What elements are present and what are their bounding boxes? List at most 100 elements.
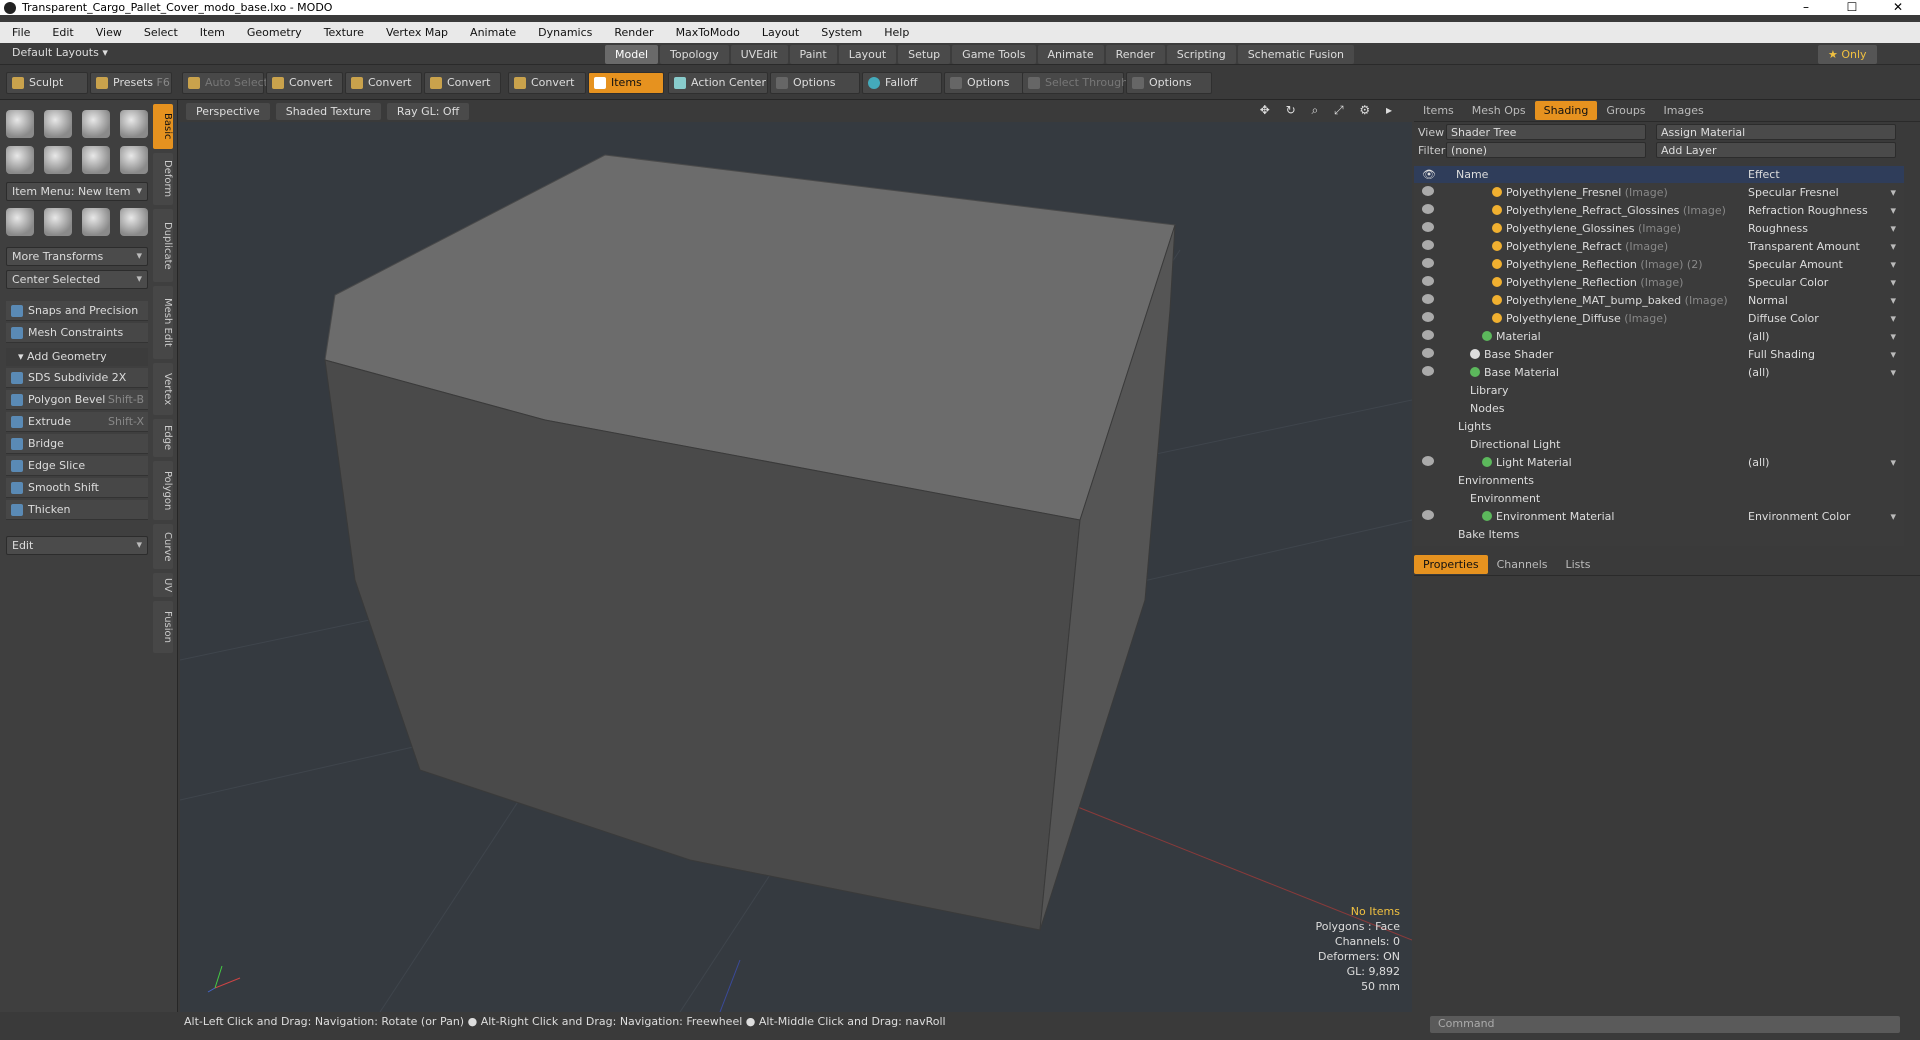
row-effect-dropdown[interactable]: (all): [1748, 366, 1898, 379]
close-icon[interactable]: ✕: [1878, 0, 1918, 15]
shader-tree-row[interactable]: Base Material (all): [1414, 364, 1904, 382]
ball-icon[interactable]: [82, 208, 110, 236]
visibility-eye-icon[interactable]: [1422, 222, 1434, 232]
ptab-channels[interactable]: Channels: [1488, 555, 1557, 574]
rtab-mesh-ops[interactable]: Mesh Ops: [1463, 101, 1535, 120]
convert-button-1[interactable]: Convert: [266, 72, 343, 94]
visibility-eye-icon[interactable]: [1422, 258, 1434, 268]
menu-render[interactable]: Render: [614, 26, 653, 39]
3d-viewport[interactable]: Perspective Shaded Texture Ray GL: Off ✥…: [180, 100, 1412, 1012]
tab-model[interactable]: Model: [605, 45, 659, 64]
sphere-icon[interactable]: [44, 110, 72, 138]
tab-paint[interactable]: Paint: [789, 45, 837, 64]
add-geometry-section[interactable]: ▾ Add Geometry: [6, 348, 148, 366]
falloff-button[interactable]: Falloff: [862, 72, 942, 94]
options-button-1[interactable]: Options: [770, 72, 860, 94]
tab-uvedit[interactable]: UVEdit: [730, 45, 788, 64]
tool-sds-subdivide-2x[interactable]: SDS Subdivide 2X: [6, 368, 148, 388]
visibility-eye-icon[interactable]: [1422, 312, 1434, 322]
tab-render[interactable]: Render: [1105, 45, 1165, 64]
shader-tree-row[interactable]: Polyethylene_Reflection (Image) Specular …: [1414, 274, 1904, 292]
menu-edit[interactable]: Edit: [52, 26, 73, 39]
visibility-eye-icon[interactable]: [1422, 186, 1434, 196]
center-selected-dropdown[interactable]: Center Selected: [6, 270, 148, 289]
menu-geometry[interactable]: Geometry: [247, 26, 302, 39]
menu-file[interactable]: File: [12, 26, 30, 39]
ptab-properties[interactable]: Properties: [1414, 555, 1488, 574]
maximize-icon[interactable]: ☐: [1832, 0, 1872, 15]
more-transforms-dropdown[interactable]: More Transforms: [6, 247, 148, 266]
rtab-items[interactable]: Items: [1414, 101, 1463, 120]
visibility-eye-icon[interactable]: [1422, 510, 1434, 520]
menu-animate[interactable]: Animate: [470, 26, 516, 39]
visibility-eye-icon[interactable]: [1422, 276, 1434, 286]
items-button[interactable]: Items: [588, 72, 664, 94]
convert-button-2[interactable]: Convert: [345, 72, 422, 94]
shader-tree-row[interactable]: Material (all): [1414, 328, 1904, 346]
add-layer-dropdown[interactable]: Add Layer: [1656, 142, 1896, 158]
tab-topology[interactable]: Topology: [660, 45, 729, 64]
visibility-eye-icon[interactable]: [1422, 348, 1434, 358]
menu-vertex-map[interactable]: Vertex Map: [386, 26, 448, 39]
visibility-eye-icon[interactable]: [1422, 456, 1434, 466]
tool-edge-slice[interactable]: Edge Slice: [6, 456, 148, 476]
shader-tree-row[interactable]: Bake Items: [1414, 526, 1904, 544]
minimize-icon[interactable]: –: [1786, 0, 1826, 15]
effect-column-header[interactable]: Effect: [1748, 168, 1780, 181]
menu-help[interactable]: Help: [884, 26, 909, 39]
row-effect-dropdown[interactable]: Specular Fresnel: [1748, 186, 1898, 199]
rtab-images[interactable]: Images: [1655, 101, 1713, 120]
item-menu-dropdown[interactable]: Item Menu: New Item: [6, 182, 148, 201]
visibility-eye-icon[interactable]: [1422, 204, 1434, 214]
cube-icon[interactable]: [6, 110, 34, 138]
row-effect-dropdown[interactable]: Normal: [1748, 294, 1898, 307]
shader-tree-row[interactable]: Library: [1414, 382, 1904, 400]
mesh-constraints-button[interactable]: Mesh Constraints: [6, 323, 148, 343]
edit-dropdown[interactable]: Edit: [6, 536, 148, 555]
rtab-groups[interactable]: Groups: [1597, 101, 1654, 120]
presets-button[interactable]: Presets F6: [90, 72, 172, 94]
sculpt-button[interactable]: Sculpt: [6, 72, 88, 94]
visibility-eye-icon[interactable]: [1422, 294, 1434, 304]
shader-tree-row[interactable]: Directional Light: [1414, 436, 1904, 454]
row-effect-dropdown[interactable]: Roughness: [1748, 222, 1898, 235]
menu-system[interactable]: System: [821, 26, 862, 39]
shader-tree-row[interactable]: Polyethylene_Refract (Image) Transparent …: [1414, 238, 1904, 256]
convert-button-4[interactable]: Convert: [508, 72, 586, 94]
only-button[interactable]: ★ Only: [1818, 45, 1877, 64]
vtab-edge[interactable]: Edge: [153, 419, 173, 457]
rtab-shading[interactable]: Shading: [1534, 101, 1598, 120]
shader-tree-row[interactable]: Environment Material Environment Color: [1414, 508, 1904, 526]
options-button-3[interactable]: Options: [1126, 72, 1212, 94]
tool-polygon-bevel[interactable]: Polygon Bevel Shift-B: [6, 390, 148, 410]
shader-tree-row[interactable]: Polyethylene_Refract_Glossines (Image) Re…: [1414, 202, 1904, 220]
ptab-lists[interactable]: Lists: [1557, 555, 1600, 574]
name-column-header[interactable]: Name: [1456, 168, 1488, 181]
visibility-eye-icon[interactable]: [1422, 240, 1434, 250]
shader-tree-row[interactable]: Polyethylene_MAT_bump_baked (Image) Norma…: [1414, 292, 1904, 310]
menu-dynamics[interactable]: Dynamics: [538, 26, 592, 39]
shader-tree-row[interactable]: Environment: [1414, 490, 1904, 508]
visibility-eye-icon[interactable]: [1422, 366, 1434, 376]
torus-icon[interactable]: [6, 146, 34, 174]
vtab-deform[interactable]: Deform: [153, 153, 173, 205]
row-effect-dropdown[interactable]: Environment Color: [1748, 510, 1898, 523]
tab-schematic-fusion[interactable]: Schematic Fusion: [1237, 45, 1355, 64]
cone-icon[interactable]: [120, 110, 148, 138]
cylinder-icon[interactable]: [82, 110, 110, 138]
vtab-vertex[interactable]: Vertex: [153, 363, 173, 415]
row-effect-dropdown[interactable]: Diffuse Color: [1748, 312, 1898, 325]
menu-view[interactable]: View: [96, 26, 122, 39]
shader-tree-row[interactable]: Environments: [1414, 472, 1904, 490]
view-dropdown[interactable]: Shader Tree: [1446, 124, 1646, 140]
pen-icon[interactable]: [6, 208, 34, 236]
select-through-button[interactable]: Select Through: [1022, 72, 1128, 94]
tube-icon[interactable]: [82, 146, 110, 174]
shader-tree-row[interactable]: Polyethylene_Reflection (Image) (2) Specu…: [1414, 256, 1904, 274]
shader-tree-row[interactable]: Lights: [1414, 418, 1904, 436]
pyramid-icon[interactable]: [120, 208, 148, 236]
menu-select[interactable]: Select: [144, 26, 178, 39]
tab-animate[interactable]: Animate: [1037, 45, 1104, 64]
row-effect-dropdown[interactable]: Refraction Roughness: [1748, 204, 1898, 217]
visibility-eye-icon[interactable]: [1422, 330, 1434, 340]
